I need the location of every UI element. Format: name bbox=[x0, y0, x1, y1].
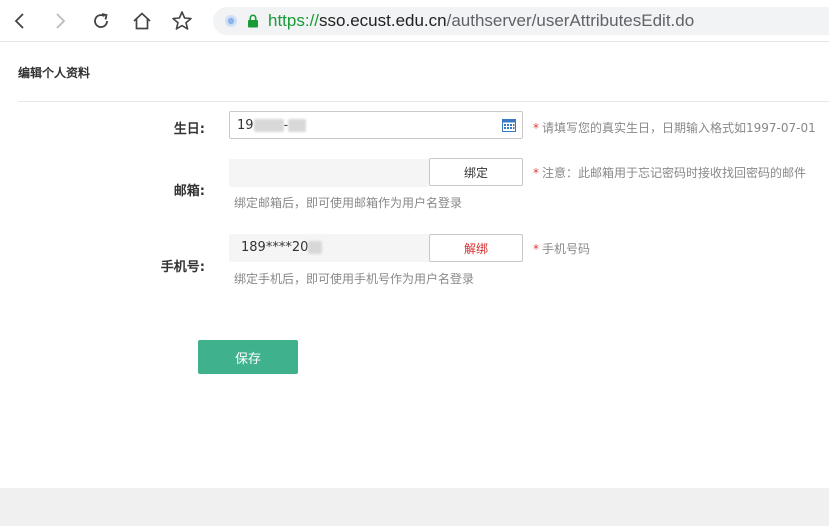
email-hint: * 注意：此邮箱用于忘记密码时接收找回密码的邮件 bbox=[533, 166, 807, 180]
title-divider bbox=[18, 101, 829, 102]
phone-hint: * 手机号码 bbox=[533, 242, 591, 256]
home-icon bbox=[133, 12, 151, 30]
redacted-mask bbox=[288, 119, 307, 132]
address-bar[interactable]: https://sso.ecust.edu.cn/authserver/user… bbox=[213, 7, 829, 35]
url-scheme: https:// bbox=[268, 11, 320, 30]
email-field bbox=[229, 159, 429, 187]
star-icon bbox=[172, 11, 192, 30]
birthday-value: 19- bbox=[237, 118, 307, 133]
reload-button[interactable] bbox=[88, 8, 114, 34]
reload-icon bbox=[94, 13, 108, 28]
phone-field: 189****20 bbox=[229, 234, 429, 262]
unbind-phone-button[interactable]: 解绑 bbox=[429, 234, 523, 262]
lock-icon bbox=[248, 14, 258, 28]
redacted-mask bbox=[253, 119, 284, 132]
footer-band bbox=[0, 488, 829, 526]
forward-button[interactable] bbox=[47, 8, 73, 34]
bookmark-button[interactable] bbox=[169, 8, 195, 34]
page-title: 编辑个人资料 bbox=[18, 66, 91, 80]
url-path: /authserver/userAttributesEdit.do bbox=[446, 11, 695, 30]
phone-sub-hint: 绑定手机后，即可使用手机号作为用户名登录 bbox=[234, 272, 475, 286]
home-button[interactable] bbox=[129, 8, 155, 34]
url-text: https://sso.ecust.edu.cn/authserver/user… bbox=[268, 11, 694, 31]
site-info-icon[interactable] bbox=[224, 14, 238, 28]
birthday-label: 生日: bbox=[173, 122, 205, 137]
forward-arrow-icon bbox=[56, 13, 66, 29]
phone-value: 189****20 bbox=[241, 240, 323, 255]
phone-label: 手机号: bbox=[160, 260, 205, 275]
calendar-icon[interactable] bbox=[502, 118, 516, 132]
email-sub-hint: 绑定邮箱后，即可使用邮箱作为用户名登录 bbox=[234, 196, 463, 210]
save-button[interactable]: 保存 bbox=[198, 340, 298, 374]
url-host: sso.ecust.edu.cn bbox=[319, 11, 447, 30]
bind-email-button[interactable]: 绑定 bbox=[429, 158, 523, 186]
browser-toolbar: https://sso.ecust.edu.cn/authserver/user… bbox=[0, 0, 829, 42]
back-button[interactable] bbox=[7, 8, 33, 34]
back-arrow-icon bbox=[14, 13, 24, 29]
birthday-hint: * 请填写您的真实生日，日期输入格式如1997-07-01 bbox=[533, 121, 816, 135]
birthday-input[interactable]: 19- bbox=[229, 111, 523, 139]
email-label: 邮箱: bbox=[173, 184, 205, 199]
redacted-mask bbox=[308, 241, 323, 254]
